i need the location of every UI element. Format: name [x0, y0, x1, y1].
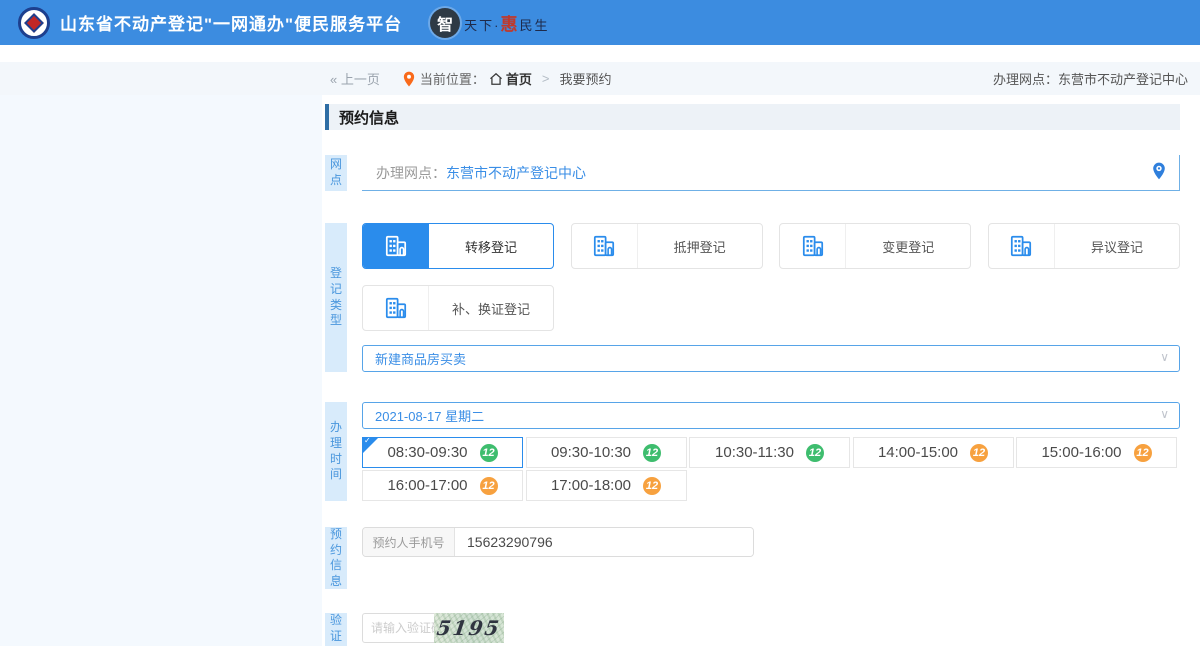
registration-type-badge: 登记类型: [325, 223, 347, 372]
time-slot-list: 08:30-09:30 12 09:30-10:30 12 10:30-11:3…: [362, 437, 1180, 501]
current-location-label: 当前位置：: [420, 69, 485, 88]
reg-type-label: 补、换证登记: [429, 286, 553, 330]
phone-input-group: 预约人手机号: [362, 527, 754, 557]
registration-type-options: 转移登记 抵押登记 变更登记: [362, 223, 1180, 269]
time-slot-0830[interactable]: 08:30-09:30 12: [362, 437, 523, 468]
slot-count-badge: 12: [1134, 444, 1152, 462]
map-pin-icon[interactable]: [1151, 162, 1167, 180]
outlet-field-label: 办理网点：: [376, 163, 446, 183]
reg-type-mortgage-button[interactable]: 抵押登记: [571, 223, 763, 269]
reg-type-change-button[interactable]: 变更登记: [779, 223, 971, 269]
time-slot-0930[interactable]: 09:30-10:30 12: [526, 437, 687, 468]
slot-time-label: 16:00-17:00: [387, 477, 467, 494]
captcha-image[interactable]: 5195: [434, 613, 504, 643]
building-icon: [780, 224, 846, 268]
contact-badge: 预约信息: [325, 527, 347, 589]
reg-type-reissue-button[interactable]: 补、换证登记: [362, 285, 554, 331]
location-pin-icon: [402, 71, 416, 87]
outlet-badge: 网点: [325, 155, 347, 191]
main-content: 预约信息 网点 办理网点： 东营市不动产登记中心 登记类型: [325, 104, 1180, 646]
building-icon: [363, 224, 429, 268]
logo-core-shape: [24, 13, 44, 33]
chevron-down-icon: ∨: [1160, 407, 1169, 421]
captcha-section: 验证码 5195: [325, 613, 1180, 646]
slot-time-label: 14:00-15:00: [878, 444, 958, 461]
time-slot-1700[interactable]: 17:00-18:00 12: [526, 470, 687, 501]
office-info: 办理网点：东营市不动产登记中心: [993, 69, 1188, 88]
platform-logo-icon: [18, 7, 50, 39]
captcha-code-text: 5195: [435, 616, 502, 640]
slogan-zhi-seal-icon: 智: [430, 8, 460, 38]
back-link[interactable]: « 上一页: [330, 69, 380, 88]
slot-count-badge: 12: [480, 444, 498, 462]
home-link[interactable]: 首页: [506, 69, 532, 88]
app-title: 山东省不动产登记"一网通办"便民服务平台: [60, 10, 402, 35]
contact-section: 预约信息 预约人手机号: [325, 527, 1180, 589]
building-icon: [989, 224, 1055, 268]
chevron-down-icon: ∨: [1160, 350, 1169, 364]
office-info-value: 东营市不动产登记中心: [1058, 72, 1188, 87]
slot-time-label: 08:30-09:30: [387, 444, 467, 461]
outlet-field[interactable]: 办理网点： 东营市不动产登记中心: [362, 155, 1180, 191]
breadcrumb-separator: >: [542, 71, 550, 86]
app-header: 山东省不动产登记"一网通办"便民服务平台 智 天下·惠民生: [0, 0, 1200, 45]
slot-count-badge: 12: [806, 444, 824, 462]
outlet-content: 办理网点： 东营市不动产登记中心: [362, 155, 1180, 191]
date-dropdown-value: 2021-08-17 星期二: [375, 406, 484, 425]
slot-time-label: 15:00-16:00: [1041, 444, 1121, 461]
slot-time-label: 17:00-18:00: [551, 477, 631, 494]
time-slot-1500[interactable]: 15:00-16:00 12: [1016, 437, 1177, 468]
reg-type-label: 异议登记: [1055, 224, 1179, 268]
slogan-minsheng: 民生: [519, 18, 549, 33]
home-icon: [489, 72, 503, 86]
date-dropdown[interactable]: 2021-08-17 星期二 ∨: [362, 402, 1180, 429]
subtype-dropdown[interactable]: 新建商品房买卖 ∨: [362, 345, 1180, 372]
contact-content: 预约人手机号: [362, 527, 1180, 589]
outlet-section: 网点 办理网点： 东营市不动产登记中心: [325, 155, 1180, 191]
captcha-content: 5195: [362, 613, 1180, 646]
left-background-panel: [0, 95, 322, 646]
reg-type-objection-button[interactable]: 异议登记: [988, 223, 1180, 269]
slot-time-label: 09:30-10:30: [551, 444, 631, 461]
time-slot-1400[interactable]: 14:00-15:00 12: [853, 437, 1014, 468]
phone-label: 预约人手机号: [363, 528, 455, 556]
reg-type-label: 转移登记: [429, 224, 553, 268]
slot-count-badge: 12: [970, 444, 988, 462]
subtype-dropdown-value: 新建商品房买卖: [375, 349, 466, 368]
registration-type-content: 转移登记 抵押登记 变更登记: [362, 223, 1180, 372]
slogan-tianxia: 天下: [464, 18, 494, 33]
phone-input[interactable]: [455, 528, 753, 556]
reg-type-label: 变更登记: [846, 224, 970, 268]
schedule-badge: 办理时间: [325, 402, 347, 501]
schedule-content: 2021-08-17 星期二 ∨ 08:30-09:30 12 09:30-10…: [362, 402, 1180, 501]
slogan-hui: 惠: [500, 15, 519, 34]
slogan-logo: 智 天下·惠民生: [430, 8, 549, 38]
registration-type-options-row2: 补、换证登记: [362, 285, 1180, 331]
outlet-field-value: 东营市不动产登记中心: [446, 163, 586, 183]
captcha-wrap: 5195: [362, 613, 504, 643]
slogan-text: 天下·惠民生: [464, 10, 549, 35]
page-title: 预约信息: [325, 104, 1180, 130]
slot-count-badge: 12: [480, 477, 498, 495]
captcha-badge: 验证码: [325, 613, 347, 646]
slot-time-label: 10:30-11:30: [715, 444, 794, 461]
building-icon: [572, 224, 638, 268]
registration-type-section: 登记类型 转移登记 抵押登记: [325, 223, 1180, 372]
office-info-label: 办理网点：: [993, 72, 1058, 87]
slot-count-badge: 12: [643, 477, 661, 495]
schedule-section: 办理时间 2021-08-17 星期二 ∨ 08:30-09:30 12 09:…: [325, 402, 1180, 501]
page: 山东省不动产登记"一网通办"便民服务平台 智 天下·惠民生 « 上一页 当前位置…: [0, 0, 1200, 646]
breadcrumb: « 上一页 当前位置： 首页 > 我要预约 办理网点：东营市不动产登记中心: [0, 62, 1200, 95]
reg-type-transfer-button[interactable]: 转移登记: [362, 223, 554, 269]
building-icon: [363, 286, 429, 330]
time-slot-1600[interactable]: 16:00-17:00 12: [362, 470, 523, 501]
reg-type-label: 抵押登记: [638, 224, 762, 268]
time-slot-1030[interactable]: 10:30-11:30 12: [689, 437, 850, 468]
current-page-crumb: 我要预约: [559, 69, 611, 88]
slot-count-badge: 12: [643, 444, 661, 462]
